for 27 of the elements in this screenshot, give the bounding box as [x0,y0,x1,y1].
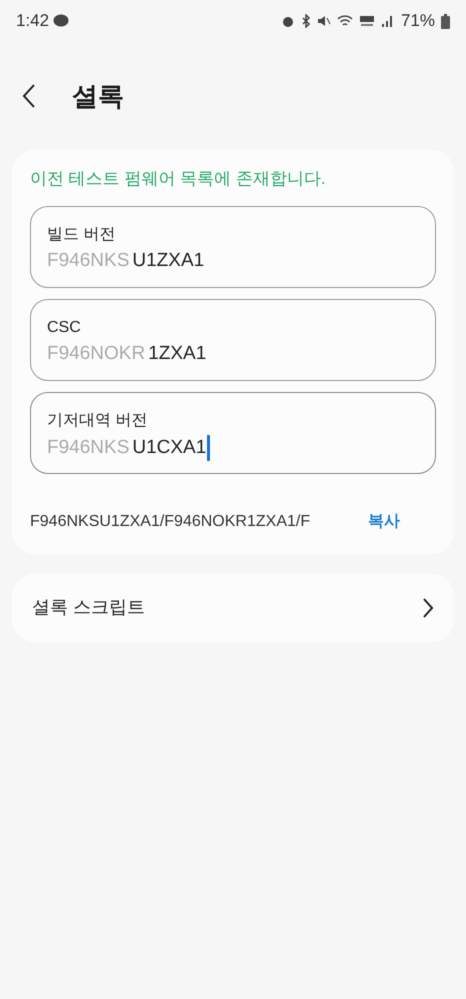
field-label: CSC [47,318,82,338]
status-time: 1:42 [16,10,50,32]
version-field[interactable]: CSC F946NOKR 1ZXA1 [30,298,436,380]
wifi-icon [336,14,353,28]
version-field[interactable]: 기저대역 버전 F946NKS U1CXA1 [30,392,436,474]
bluetooth-icon [300,14,311,28]
chat-bubble-icon [53,14,70,28]
notice-text: 이전 테스트 펌웨어 목록에 존재합니다. [30,168,327,190]
page-title: 셜록 [72,80,124,112]
version-summary: F946NKSU1ZXA1/F946NOKR1ZXA1/F [30,512,312,532]
field-label: 기저대역 버전 [47,410,148,430]
field-label: 빌드 버전 [47,224,116,244]
script-menu-item[interactable]: 셜록 스크립트 [12,574,454,642]
battery-icon [441,14,450,28]
mute-icon [316,14,331,28]
field-prefix: F946NKS [47,248,130,272]
field-prefix: F946NOKR [47,342,146,366]
field-value: U1CXA1 [132,436,206,460]
field-value: U1ZXA1 [132,248,204,272]
battery-percent: 71% [400,10,435,32]
signal-icon [380,14,395,28]
text-cursor [207,434,210,460]
field-value: 1ZXA1 [148,342,206,366]
field-prefix: F946NKS [47,436,130,460]
copy-button[interactable]: 복사 [368,510,400,534]
version-field[interactable]: 빌드 버전 F946NKS U1ZXA1 [30,206,436,288]
chevron-right-icon [422,596,434,618]
